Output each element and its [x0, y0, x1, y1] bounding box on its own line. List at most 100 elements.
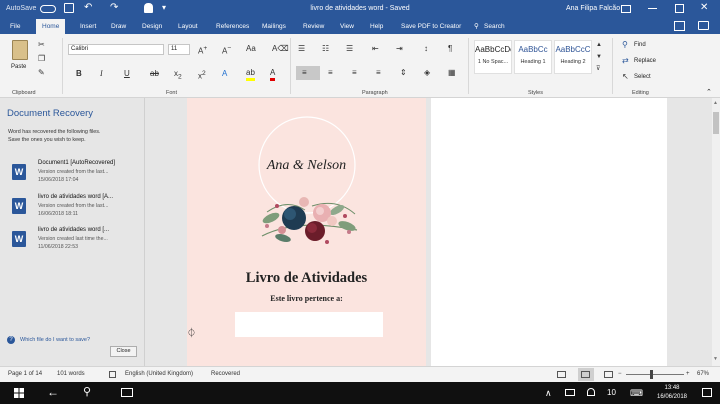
text-effects-icon[interactable]: A	[222, 69, 227, 79]
close-button[interactable]: Close	[110, 346, 137, 357]
clock-time[interactable]: 13:48	[652, 384, 692, 392]
windows-start-icon[interactable]	[14, 388, 24, 398]
document-page[interactable]: Ana & Nelson Livro de Atividades Este li…	[187, 98, 426, 366]
subscript-icon[interactable]: x2	[174, 69, 182, 83]
style-heading-2[interactable]: AaBbCcC Heading 2	[554, 40, 592, 74]
minimize-icon[interactable]	[648, 8, 657, 9]
name-field-box[interactable]	[235, 312, 383, 337]
center-icon[interactable]: ≡	[328, 68, 333, 78]
underline-icon[interactable]: U	[124, 69, 130, 79]
align-right-icon[interactable]: ≡	[352, 68, 357, 78]
highlight-icon[interactable]: ab	[246, 68, 255, 81]
tell-me-search[interactable]: Search	[484, 20, 505, 34]
style-no-spacing[interactable]: AaBbCcDc 1 No Spac...	[474, 40, 512, 74]
tab-home[interactable]: Home	[36, 19, 66, 34]
change-case-icon[interactable]: Aa	[246, 44, 256, 54]
zoom-in-icon[interactable]: +	[686, 371, 690, 377]
user-name[interactable]: Ana Filipa Falcão	[566, 0, 620, 18]
format-painter-icon[interactable]: ✎	[38, 68, 45, 78]
decrease-indent-icon[interactable]: ⇤	[372, 44, 379, 54]
search-icon[interactable]: ⚲	[83, 385, 91, 399]
print-layout-icon[interactable]	[581, 371, 590, 378]
styles-scroll-up-icon[interactable]: ▲	[596, 40, 602, 50]
maximize-icon[interactable]	[675, 4, 684, 13]
copy-icon[interactable]: ❐	[38, 54, 45, 64]
align-left-icon[interactable]: ≡	[302, 68, 307, 78]
tab-references[interactable]: References	[216, 20, 249, 34]
web-layout-icon[interactable]	[604, 371, 613, 378]
scroll-down-icon[interactable]: ▼	[713, 356, 718, 362]
scroll-up-icon[interactable]: ▲	[713, 100, 718, 106]
replace-icon[interactable]: ⇄	[622, 56, 629, 66]
font-color-icon[interactable]: A	[270, 68, 276, 81]
help-icon[interactable]: ?	[7, 336, 15, 344]
battery-count[interactable]: 10	[607, 388, 616, 398]
recovered-file-item[interactable]: W Document1 [AutoRecovered] Version crea…	[12, 160, 132, 190]
battery-icon[interactable]	[565, 389, 575, 396]
style-heading-1[interactable]: AaBbCc Heading 1	[514, 40, 552, 74]
back-icon[interactable]: ←	[47, 385, 59, 399]
clear-formatting-icon[interactable]: A⌫	[272, 44, 289, 54]
select-label[interactable]: Select	[634, 74, 651, 80]
shading-icon[interactable]: ◈	[424, 68, 430, 78]
close-icon[interactable]: ✕	[700, 2, 708, 14]
superscript-icon[interactable]: x2	[198, 69, 206, 82]
paste-label[interactable]: Paste	[11, 64, 26, 70]
numbering-icon[interactable]: ☷	[322, 44, 329, 54]
bold-icon[interactable]: B	[76, 69, 82, 79]
language[interactable]: English (United Kingdom)	[125, 371, 193, 377]
line-spacing-icon[interactable]: ⇕	[400, 68, 407, 78]
styles-more-icon[interactable]: ⊽	[596, 64, 600, 74]
ribbon-display-options-icon[interactable]	[621, 5, 631, 13]
scroll-thumb[interactable]	[713, 112, 719, 134]
document-page[interactable]	[431, 98, 667, 366]
action-center-icon[interactable]	[702, 388, 712, 397]
styles-scroll-down-icon[interactable]: ▼	[596, 52, 602, 62]
find-icon[interactable]: ⚲	[622, 40, 628, 50]
tab-layout[interactable]: Layout	[178, 20, 198, 34]
collapse-ribbon-icon[interactable]: ⌃	[706, 88, 712, 96]
zoom-out-icon[interactable]: −	[618, 371, 622, 377]
find-label[interactable]: Find	[634, 42, 646, 48]
tab-file[interactable]: File	[10, 20, 20, 34]
tab-save-pdf[interactable]: Save PDF to Creator	[401, 20, 461, 34]
wifi-icon[interactable]	[587, 388, 595, 396]
notification-chevron-icon[interactable]: ∧	[545, 387, 552, 399]
tab-design[interactable]: Design	[142, 20, 162, 34]
paste-icon[interactable]	[12, 40, 28, 60]
tab-mailings[interactable]: Mailings	[262, 20, 286, 34]
tab-insert[interactable]: Insert	[80, 20, 96, 34]
recovered-file-item[interactable]: W livro de atividades word [A... Version…	[12, 194, 132, 224]
cut-icon[interactable]: ✂	[38, 40, 45, 50]
zoom-slider[interactable]	[626, 374, 684, 375]
sort-icon[interactable]: ↕	[424, 44, 428, 54]
word-count[interactable]: 101 words	[57, 371, 85, 377]
comments-icon[interactable]	[698, 21, 709, 30]
select-icon[interactable]: ↖	[622, 72, 629, 82]
read-mode-icon[interactable]	[557, 371, 566, 378]
show-marks-icon[interactable]: ¶	[448, 44, 452, 54]
italic-icon[interactable]: I	[100, 69, 103, 79]
multilevel-list-icon[interactable]: ☰	[346, 44, 353, 54]
bullets-icon[interactable]: ☰	[298, 44, 305, 54]
zoom-level[interactable]: 67%	[697, 371, 709, 377]
proofing-icon[interactable]	[109, 371, 116, 378]
grow-font-icon[interactable]: A+	[198, 44, 207, 57]
strikethrough-icon[interactable]: ab	[150, 69, 159, 79]
tab-draw[interactable]: Draw	[111, 20, 126, 34]
document-area[interactable]: Ana & Nelson Livro de Atividades Este li…	[145, 98, 712, 366]
tab-review[interactable]: Review	[303, 20, 324, 34]
task-view-icon[interactable]	[121, 388, 133, 397]
borders-icon[interactable]: ▦	[448, 68, 456, 78]
page-count[interactable]: Page 1 of 14	[8, 371, 42, 377]
which-file-link[interactable]: Which file do I want to save?	[20, 337, 90, 343]
shrink-font-icon[interactable]: A−	[222, 44, 231, 57]
font-name-combo[interactable]: Calibri	[68, 44, 164, 55]
replace-label[interactable]: Replace	[634, 58, 656, 64]
align-left-button[interactable]	[296, 66, 320, 80]
share-icon[interactable]	[674, 21, 685, 31]
recovered-file-item[interactable]: W livro de atividades word [... Version …	[12, 227, 132, 257]
vertical-scrollbar[interactable]: ▲ ▼	[712, 98, 720, 366]
keyboard-icon[interactable]: ⌨	[630, 387, 643, 399]
font-size-combo[interactable]: 11	[168, 44, 190, 55]
